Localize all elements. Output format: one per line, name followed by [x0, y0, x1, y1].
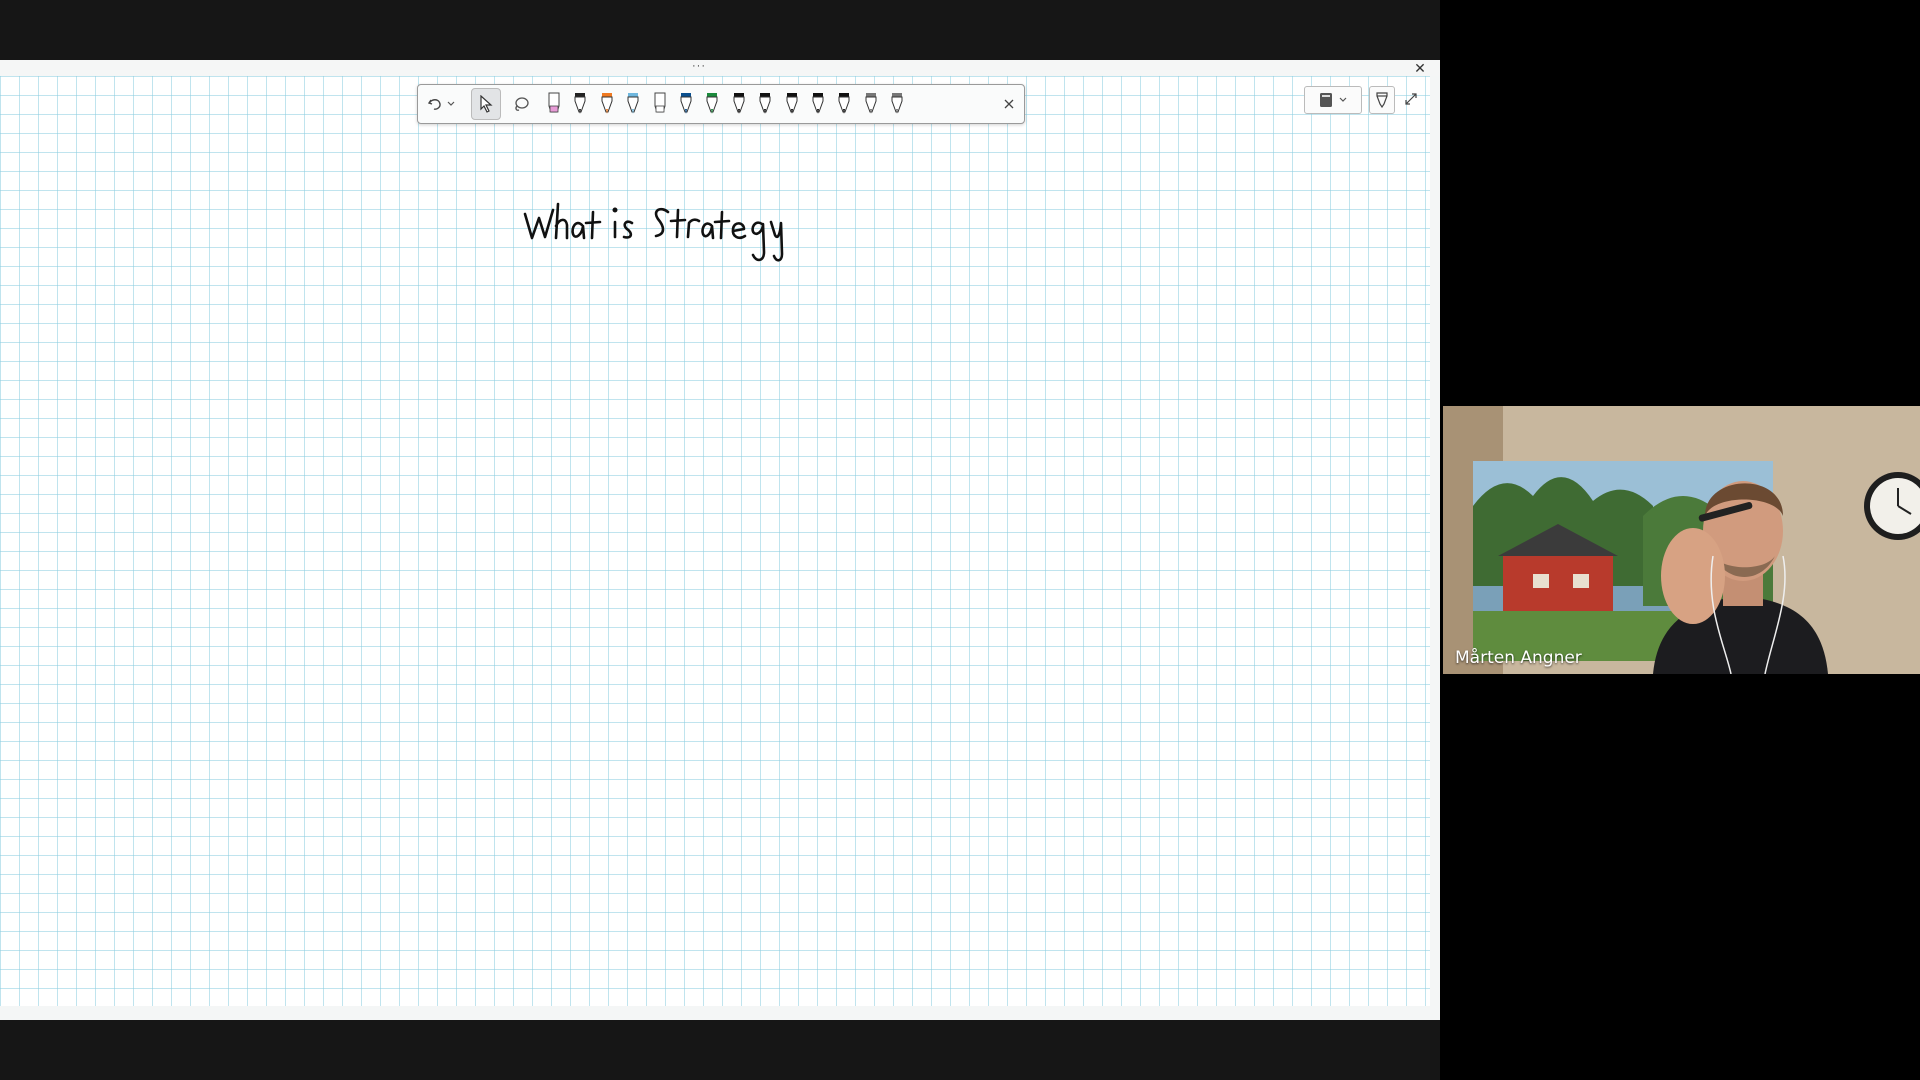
pen-green-button[interactable] [701, 89, 723, 119]
pen-icon [627, 93, 639, 114]
pen-black-button[interactable] [569, 89, 591, 119]
pen-icon [891, 93, 903, 114]
lasso-tool-button[interactable] [508, 89, 534, 119]
pen-icon [1376, 92, 1388, 108]
pen-black-2-button[interactable] [728, 89, 750, 119]
pen-icon [680, 93, 692, 114]
chevron-down-icon [447, 101, 455, 106]
pen-icon [601, 93, 613, 114]
ink-tool-button[interactable] [1369, 86, 1395, 114]
lasso-icon [515, 97, 529, 111]
pen-icon [733, 93, 745, 114]
bottom-letterbox [0, 1020, 1440, 1080]
pen-gray-button[interactable] [860, 89, 882, 119]
pen-icon [812, 93, 824, 114]
ink-toolbar [417, 84, 1025, 124]
select-tool-button[interactable] [471, 88, 501, 120]
undo-icon [427, 99, 441, 110]
toolbar-close-button[interactable] [998, 89, 1020, 119]
pen-icon [865, 93, 877, 114]
pen-light-blue-button[interactable] [622, 89, 644, 119]
pen-black-6-button[interactable] [833, 89, 855, 119]
window-close-button[interactable]: ✕ [1412, 60, 1428, 76]
highlighter-pink-button[interactable] [543, 89, 565, 119]
pen-icon [706, 93, 718, 114]
pen-icon [786, 93, 798, 114]
page-background-button[interactable] [1304, 86, 1362, 114]
pen-dark-blue-button[interactable] [675, 89, 697, 119]
pen-icon [574, 93, 586, 114]
select-arrow-icon [480, 95, 493, 113]
pen-orange-button[interactable] [596, 89, 618, 119]
pen-icon [838, 93, 850, 114]
whiteboard-title-strip [0, 60, 1440, 76]
top-letterbox [0, 0, 1440, 60]
pen-black-5-button[interactable] [807, 89, 829, 119]
highlighter-white-button[interactable] [649, 89, 671, 119]
pen-icon [548, 92, 560, 113]
pen-black-3-button[interactable] [754, 89, 776, 119]
notebook-icon [1320, 93, 1332, 107]
participant-video-tile[interactable]: Mårten Angner [1443, 406, 1920, 674]
expand-icon [1405, 93, 1417, 105]
canvas-bottom-edge [0, 1006, 1440, 1020]
handwritten-ink [523, 202, 784, 262]
participant-name-label: Mårten Angner [1455, 648, 1582, 668]
chevron-down-icon [1339, 97, 1347, 102]
undo-dropdown-button[interactable] [445, 89, 457, 119]
pen-gray-2-button[interactable] [886, 89, 908, 119]
participant-video-feed [1443, 406, 1920, 674]
pen-icon [759, 93, 771, 114]
close-icon [1004, 99, 1014, 109]
undo-button[interactable] [424, 89, 446, 119]
expand-button[interactable] [1400, 88, 1422, 110]
pen-black-4-button[interactable] [781, 89, 803, 119]
canvas-scroll-edge [1430, 76, 1440, 1020]
pen-icon [654, 92, 666, 113]
drag-handle-icon[interactable]: ··· [692, 61, 706, 72]
